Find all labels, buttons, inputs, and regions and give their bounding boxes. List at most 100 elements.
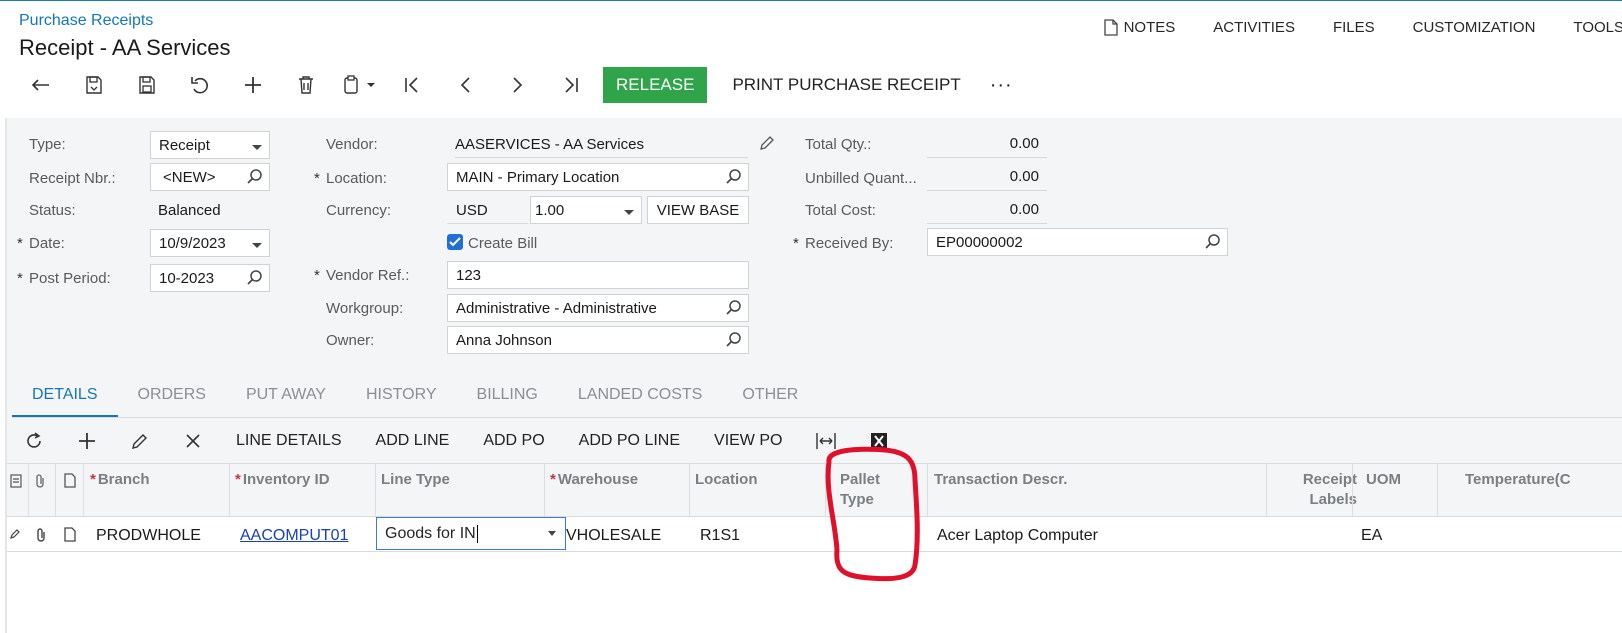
vendor-ref-field[interactable]: 123 xyxy=(447,261,749,289)
date-field[interactable]: 10/9/2023 xyxy=(150,229,270,257)
cell-warehouse[interactable]: VHOLESALE xyxy=(566,527,661,545)
currency-rate-select[interactable]: 1.00 xyxy=(530,196,642,224)
delete-icon[interactable] xyxy=(279,68,332,102)
received-by-field[interactable]: EP00000002 xyxy=(927,228,1228,256)
date-label: Date: xyxy=(17,235,65,252)
chevron-down-icon xyxy=(624,210,634,215)
workgroup-field[interactable]: Administrative - Administrative xyxy=(447,294,749,322)
add-line-button[interactable]: ADD LINE xyxy=(359,419,467,463)
search-icon xyxy=(726,332,741,347)
location-field[interactable]: MAIN - Primary Location xyxy=(447,163,749,191)
chevron-down-icon xyxy=(548,531,556,536)
save-close-icon[interactable] xyxy=(67,68,120,102)
column-warehouse[interactable]: * Warehouse xyxy=(550,470,638,490)
last-record-icon[interactable] xyxy=(544,68,597,102)
back-icon[interactable] xyxy=(14,68,67,102)
tab-put-away[interactable]: PUT AWAY xyxy=(226,380,346,418)
workgroup-label: Workgroup: xyxy=(326,300,404,317)
line-details-button[interactable]: LINE DETAILS xyxy=(219,419,359,463)
search-icon xyxy=(726,169,741,184)
post-period-field[interactable]: 10-2023 xyxy=(150,264,270,292)
main-toolbar: RELEASE PRINT PURCHASE RECEIPT ··· xyxy=(14,67,1029,103)
breadcrumb[interactable]: Purchase Receipts xyxy=(19,12,153,30)
total-cost-label: Total Cost: xyxy=(805,202,876,219)
tab-billing[interactable]: BILLING xyxy=(457,380,558,418)
pencil-icon[interactable] xyxy=(759,135,775,151)
add-row-icon[interactable] xyxy=(60,419,113,463)
note-icon xyxy=(1103,19,1118,36)
customization-link[interactable]: CUSTOMIZATION xyxy=(1413,19,1536,36)
more-button[interactable]: ··· xyxy=(974,67,1029,103)
status-value: Balanced xyxy=(158,202,221,219)
column-temperature[interactable]: Temperature(C xyxy=(1465,470,1571,490)
col-sep xyxy=(689,463,690,517)
tab-orders[interactable]: ORDERS xyxy=(118,380,226,418)
column-uom[interactable]: UOM xyxy=(1366,470,1401,490)
previous-record-icon[interactable] xyxy=(438,68,491,102)
cell-uom[interactable]: EA xyxy=(1361,527,1382,545)
column-line-type[interactable]: Line Type xyxy=(381,470,450,490)
location-label: Location: xyxy=(314,170,387,187)
type-select[interactable]: Receipt xyxy=(150,131,270,159)
notes-link[interactable]: NOTES xyxy=(1103,19,1175,36)
print-receipt-button[interactable]: PRINT PURCHASE RECEIPT xyxy=(719,67,973,103)
chevron-down-icon xyxy=(252,243,262,248)
vendor-label: Vendor: xyxy=(326,136,378,153)
attachment-icon xyxy=(36,474,44,488)
receipt-nbr-field[interactable]: <NEW> xyxy=(150,163,270,191)
add-icon[interactable] xyxy=(226,68,279,102)
total-qty-label: Total Qty.: xyxy=(805,136,872,153)
view-base-button[interactable]: VIEW BASE xyxy=(647,196,749,224)
edit-row-icon[interactable] xyxy=(113,419,166,463)
unbilled-qty-value: 0.00 xyxy=(927,163,1047,191)
receipt-nbr-label: Receipt Nbr.: xyxy=(29,170,116,187)
currency-code[interactable]: USD xyxy=(447,196,529,224)
save-icon[interactable] xyxy=(120,68,173,102)
cell-transaction-descr[interactable]: Acer Laptop Computer xyxy=(937,527,1098,545)
cell-inventory-id-link[interactable]: AACOMPUT01 xyxy=(240,527,348,545)
cell-location[interactable]: R1S1 xyxy=(700,527,740,545)
next-record-icon[interactable] xyxy=(491,68,544,102)
search-icon xyxy=(247,270,262,285)
status-label: Status: xyxy=(29,202,76,219)
refresh-icon[interactable] xyxy=(7,419,60,463)
vendor-value[interactable]: AASERVICES - AA Services xyxy=(455,136,748,158)
currency-label: Currency: xyxy=(326,202,392,219)
row-edit-icon xyxy=(10,529,20,539)
column-branch[interactable]: * Branch xyxy=(90,470,150,490)
clipboard-icon[interactable] xyxy=(332,68,385,102)
page-title: Receipt - AA Services xyxy=(19,35,231,60)
row-attachment-icon[interactable] xyxy=(35,527,47,543)
delete-row-icon[interactable] xyxy=(166,419,219,463)
tab-other[interactable]: OTHER xyxy=(722,380,818,418)
first-record-icon[interactable] xyxy=(385,68,438,102)
create-bill-checkbox[interactable] xyxy=(447,234,463,250)
column-inventory-id[interactable]: * Inventory ID xyxy=(235,470,330,490)
tab-history[interactable]: HISTORY xyxy=(346,380,457,418)
tab-divider xyxy=(12,417,1622,418)
row-note-icon[interactable] xyxy=(64,527,76,542)
post-period-label: Post Period: xyxy=(17,270,111,287)
col-sep xyxy=(55,463,56,517)
activities-link[interactable]: ACTIVITIES xyxy=(1213,19,1295,36)
tab-details[interactable]: DETAILS xyxy=(12,380,118,418)
release-button[interactable]: RELEASE xyxy=(603,67,708,103)
files-link[interactable]: FILES xyxy=(1333,19,1375,36)
column-location[interactable]: Location xyxy=(695,470,758,490)
annotation-circle xyxy=(825,446,920,582)
col-sep xyxy=(375,463,376,517)
note-icon xyxy=(64,473,76,488)
cell-branch[interactable]: PRODWHOLE xyxy=(96,527,201,545)
tools-link[interactable]: TOOLS xyxy=(1573,19,1622,36)
line-type-select[interactable]: Goods for IN xyxy=(376,517,566,550)
add-po-button[interactable]: ADD PO xyxy=(466,419,561,463)
column-receipt-labels[interactable]: Receipt Labels xyxy=(1277,470,1357,510)
col-sep xyxy=(28,463,29,517)
tab-landed-costs[interactable]: LANDED COSTS xyxy=(558,380,722,418)
column-transaction-descr[interactable]: Transaction Descr. xyxy=(934,470,1067,490)
view-po-button[interactable]: VIEW PO xyxy=(697,419,799,463)
check-icon xyxy=(449,237,461,247)
owner-field[interactable]: Anna Johnson xyxy=(447,326,749,354)
add-po-line-button[interactable]: ADD PO LINE xyxy=(562,419,697,463)
undo-icon[interactable] xyxy=(173,68,226,102)
